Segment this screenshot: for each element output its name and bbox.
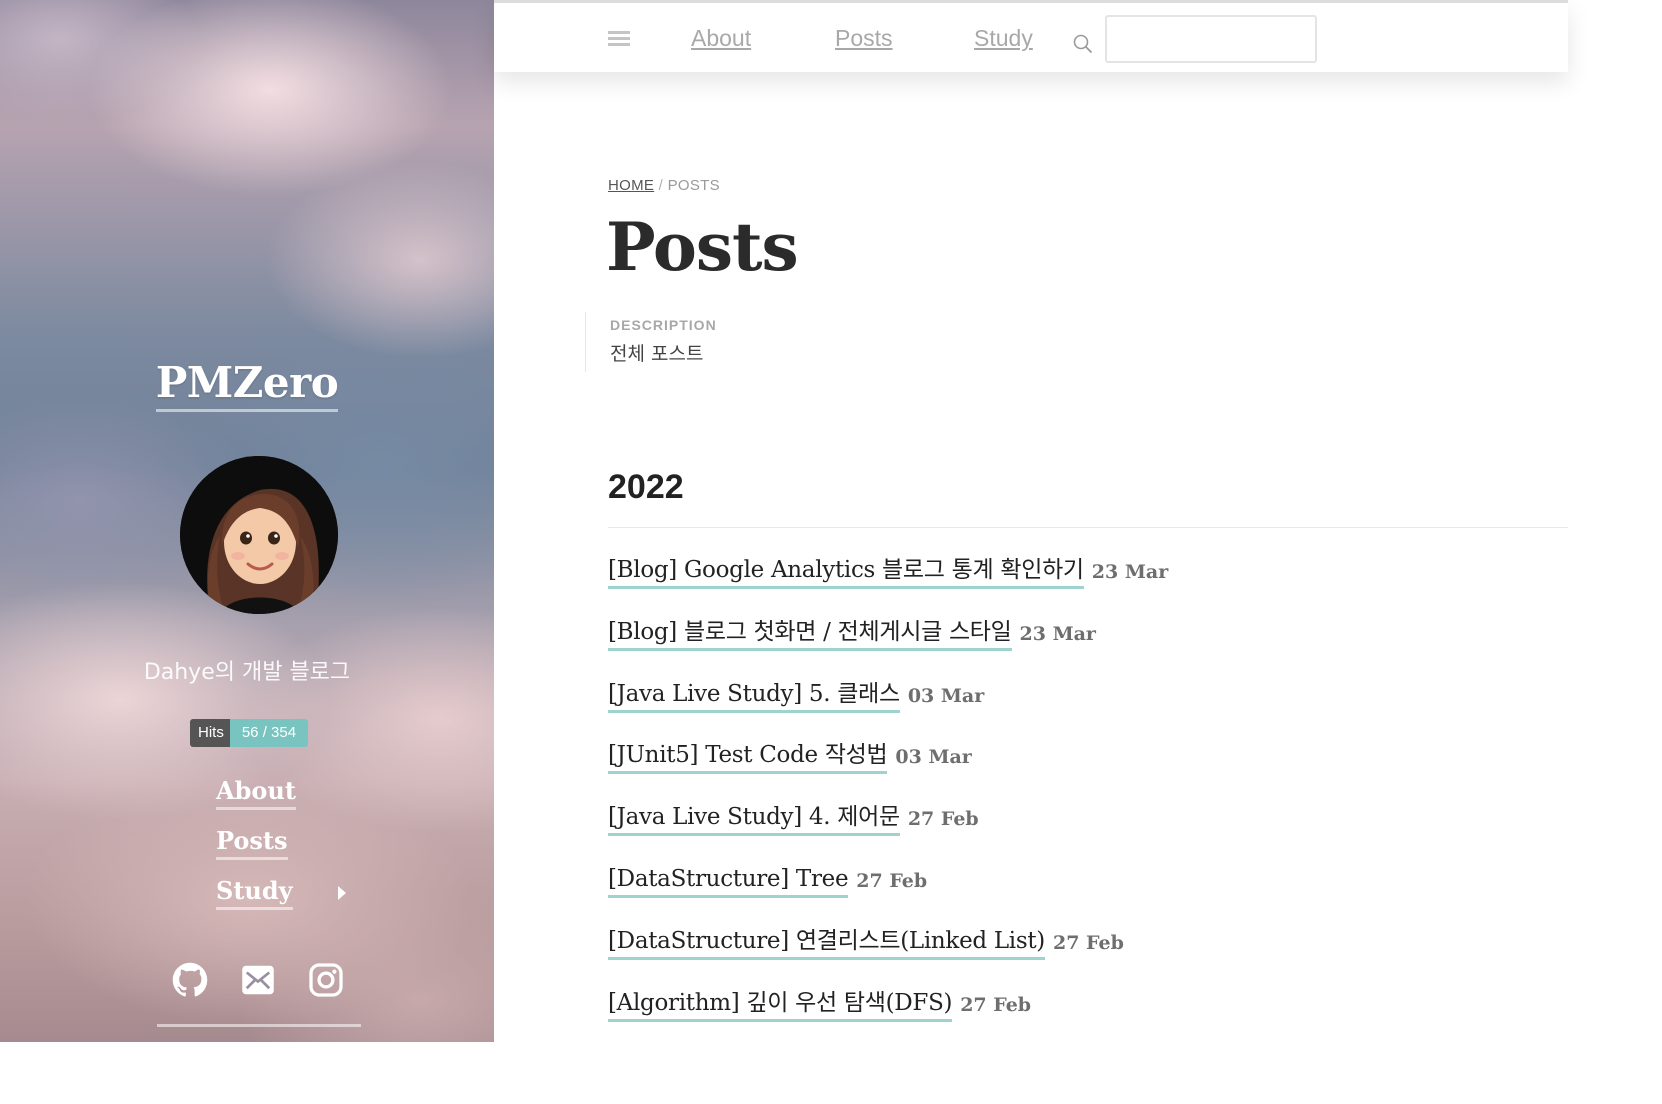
sidebar-divider <box>157 1024 361 1027</box>
post-date: 03 Mar <box>907 684 985 707</box>
list-item: [JUnit5] Test Code 작성법 03 Mar <box>608 739 1168 801</box>
list-item: [Java Live Study] 5. 클래스 03 Mar <box>608 678 1168 740</box>
instagram-icon <box>309 963 343 997</box>
sidebar-item-label: Study <box>216 876 293 910</box>
post-link[interactable]: [JUnit5] Test Code 작성법 <box>608 739 888 775</box>
mail-icon <box>242 965 274 995</box>
github-icon <box>172 962 208 997</box>
avatar <box>180 456 338 614</box>
post-link[interactable]: [Algorithm] 깊이 우선 탐색(DFS) <box>608 987 953 1022</box>
post-date: 23 Mar <box>1091 561 1169 583</box>
post-link[interactable]: [Java Live Study] 5. 클래스 <box>608 678 900 713</box>
hits-label: Hits <box>190 719 230 747</box>
social-links <box>172 962 344 998</box>
sidebar-item-label: Posts <box>216 826 288 860</box>
breadcrumb-home[interactable]: HOME <box>608 177 654 194</box>
sidebar-nav: About Posts Study <box>216 768 366 918</box>
page-description: DESCRIPTION 전체 포스트 <box>585 312 717 372</box>
github-link[interactable] <box>172 962 208 998</box>
instagram-link[interactable] <box>308 962 344 998</box>
blog-tagline: Dahye의 개발 블로그 <box>143 660 351 685</box>
breadcrumb-current: POSTS <box>667 177 720 194</box>
sidebar-item-label: About <box>216 776 296 810</box>
avatar-image <box>180 456 338 614</box>
breadcrumb-separator: / <box>658 177 664 194</box>
list-item: [DataStructure] Tree 27 Feb <box>608 863 1168 925</box>
post-link[interactable]: [Java Live Study] 4. 제어문 <box>608 801 900 837</box>
post-link[interactable]: [Blog] 블로그 첫화면 / 전체게시글 스타일 <box>608 616 1012 651</box>
list-item: [Java Live Study] 4. 제어문 27 Feb <box>608 801 1168 863</box>
post-date: 23 Mar <box>1019 622 1096 645</box>
post-link[interactable]: [DataStructure] 연결리스트(Linked List) <box>608 925 1045 960</box>
breadcrumb: HOME / POSTS <box>608 177 720 194</box>
archive-year: 2022 <box>608 468 684 506</box>
post-date: 27 Feb <box>907 808 979 831</box>
description-label: DESCRIPTION <box>610 317 717 333</box>
mail-link[interactable] <box>240 962 276 998</box>
list-item: [Algorithm] 깊이 우선 탐색(DFS) 27 Feb <box>608 987 1168 1049</box>
sidebar-item-about[interactable]: About <box>216 768 366 818</box>
page-title: Posts <box>606 208 799 286</box>
search-icon[interactable] <box>1072 33 1094 59</box>
post-date: 03 Mar <box>895 746 972 769</box>
search-input[interactable] <box>1105 15 1317 63</box>
topnav-posts[interactable]: Posts <box>835 25 893 52</box>
list-item: [Blog] 블로그 첫화면 / 전체게시글 스타일 23 Mar <box>608 616 1168 678</box>
list-item: [Blog] Google Analytics 블로그 통계 확인하기 23 M… <box>608 554 1168 616</box>
post-date: 27 Feb <box>856 869 928 892</box>
hits-value: 56 / 354 <box>229 719 309 747</box>
topnav-study[interactable]: Study <box>974 25 1033 52</box>
post-list: [Blog] Google Analytics 블로그 통계 확인하기 23 M… <box>608 554 1168 1048</box>
post-date: 27 Feb <box>960 993 1032 1016</box>
list-item: [DataStructure] 연결리스트(Linked List) 27 Fe… <box>608 925 1168 987</box>
post-link[interactable]: [DataStructure] Tree <box>608 863 849 898</box>
caret-right-icon[interactable] <box>338 886 346 900</box>
sidebar: PMZero Dahye의 개발 블로그 Hits 56 / 354 About… <box>0 0 494 1042</box>
blog-brand: PMZero <box>0 358 494 412</box>
sidebar-item-posts[interactable]: Posts <box>216 818 366 868</box>
topnav-about[interactable]: About <box>691 25 751 52</box>
post-date: 27 Feb <box>1052 931 1124 954</box>
description-text: 전체 포스트 <box>610 343 704 365</box>
blog-name-link[interactable]: PMZero <box>155 358 339 412</box>
sidebar-item-study[interactable]: Study <box>216 868 366 918</box>
hits-badge: Hits 56 / 354 <box>190 719 309 747</box>
top-navbar: About Posts Study <box>494 0 1568 72</box>
post-link[interactable]: [Blog] Google Analytics 블로그 통계 확인하기 <box>608 554 1084 589</box>
hamburger-icon[interactable] <box>608 31 630 49</box>
year-divider <box>608 527 1568 528</box>
